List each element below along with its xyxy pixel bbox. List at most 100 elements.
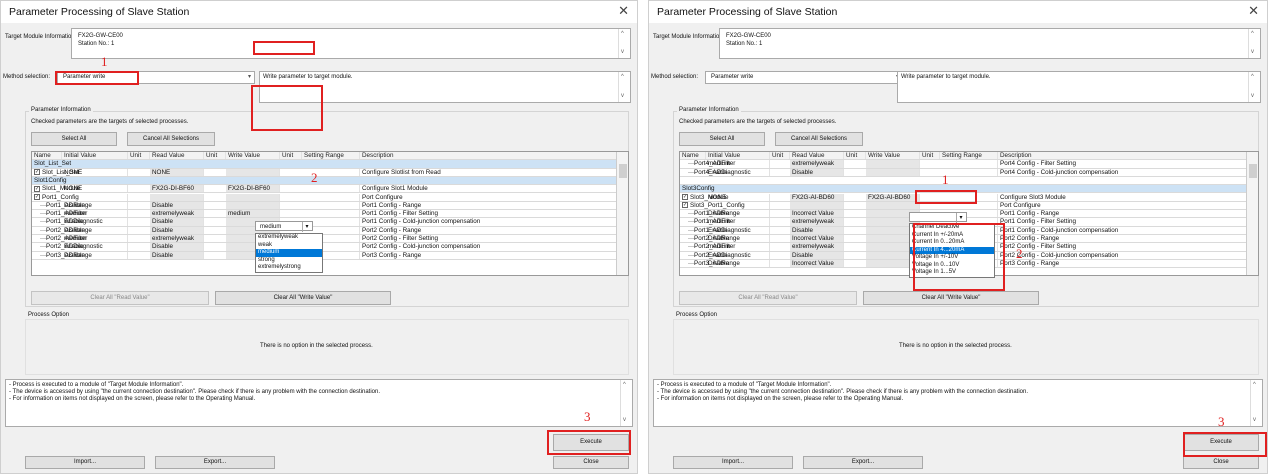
table-row[interactable]: ✓ Slot1_Module NONE FX2G-DI-BF60 FX2G-DI-BF6…: [32, 185, 618, 194]
clear-read-value-button[interactable]: Clear All "Read Value": [31, 291, 209, 305]
scroll-down-icon[interactable]: v: [1253, 417, 1256, 424]
description-cell: Port3 Config - Range: [998, 259, 1248, 268]
clear-write-value-button[interactable]: Clear All "Write Value": [863, 291, 1039, 305]
description-cell: Port2 Config - Cold-junction compensatio…: [998, 251, 1248, 259]
close-button[interactable]: Close: [553, 456, 629, 469]
dropdown-option[interactable]: extremelystrong: [256, 264, 322, 272]
column-header: Unit: [920, 152, 940, 160]
tree-line-icon: —: [40, 210, 47, 218]
table-row[interactable]: Port2_ADRange — Disable Disable Port2 Config…: [32, 226, 618, 235]
section-row[interactable]: Slot1Config: [32, 176, 618, 186]
chevron-down-icon[interactable]: ▾: [302, 222, 311, 232]
read-value-cell: Disable: [150, 251, 204, 259]
scroll-up-icon[interactable]: ^: [621, 74, 624, 81]
read-value-cell: Disable: [150, 243, 204, 251]
dropdown-option[interactable]: extremelyweak: [256, 234, 322, 242]
row-checkbox[interactable]: ✓: [682, 202, 688, 209]
grid-scrollbar[interactable]: [1246, 152, 1258, 275]
import-button[interactable]: Import...: [673, 456, 793, 469]
table-row[interactable]: ✓ Port1_Config Port Configure: [32, 193, 618, 202]
description-cell: Port4 Config - Cold-junction compensatio…: [998, 168, 1248, 176]
scroll-down-icon[interactable]: v: [621, 93, 624, 100]
table-row[interactable]: Port1_ADDiagnostic — Enable Disable Port1 Co…: [32, 218, 618, 227]
description-cell: Port2 Config - Range: [998, 235, 1248, 243]
unit-cell: [940, 160, 998, 168]
write-value-cell: FX2G-AI-BD60: [866, 193, 920, 201]
dropdown-option[interactable]: strong: [256, 257, 322, 265]
cancel-all-selections-button[interactable]: Cancel All Selections: [775, 132, 863, 146]
notes-box: - Process is executed to a module of "Ta…: [653, 379, 1263, 427]
row-checkbox[interactable]: ✓: [34, 193, 40, 200]
scroll-down-icon[interactable]: v: [1251, 49, 1254, 56]
close-icon[interactable]: ✕: [618, 4, 629, 17]
parameter-information-label: Parameter Information: [677, 107, 741, 113]
scrollbar[interactable]: ^ v: [620, 380, 632, 426]
scroll-up-icon[interactable]: ^: [1251, 31, 1254, 38]
grid-scrollbar[interactable]: [616, 152, 628, 275]
row-checkbox[interactable]: ✓: [682, 193, 688, 200]
scroll-thumb[interactable]: [619, 164, 627, 178]
scroll-up-icon[interactable]: ^: [1253, 382, 1256, 389]
clear-write-value-button[interactable]: Clear All "Write Value": [215, 291, 391, 305]
initial-value-cell: Disable: [62, 226, 128, 234]
column-header: Write Value: [866, 152, 920, 160]
scroll-down-icon[interactable]: v: [623, 417, 626, 424]
table-row[interactable]: Port4_ADDiagnostic — Enable Disable Port4 Co…: [680, 168, 1248, 177]
clear-read-value-button[interactable]: Clear All "Read Value": [679, 291, 857, 305]
close-button[interactable]: Close: [1183, 456, 1259, 469]
method-select[interactable]: Parameter write ▾: [705, 71, 903, 84]
scroll-down-icon[interactable]: v: [621, 49, 624, 56]
table-row[interactable]: Port1_ADFilter — medium extremelyweak medium…: [32, 210, 618, 219]
scrollbar[interactable]: ^ v: [1248, 72, 1260, 102]
section-row[interactable]: Slot_List_Set: [32, 160, 618, 169]
table-row[interactable]: ✓ Slot_List_Set NONE NONE Configure Slotlist…: [32, 168, 618, 177]
row-checkbox[interactable]: ✓: [34, 185, 40, 192]
scrollbar[interactable]: ^ v: [1248, 29, 1260, 58]
scroll-up-icon[interactable]: ^: [1251, 74, 1254, 81]
import-button[interactable]: Import...: [25, 456, 145, 469]
export-button[interactable]: Export...: [155, 456, 275, 469]
scrollbar[interactable]: ^ v: [618, 29, 630, 58]
read-value-cell: [790, 201, 844, 210]
row-checkbox[interactable]: ✓: [34, 168, 40, 175]
description-cell: Port2 Config - Filter Setting: [360, 235, 618, 243]
scrollbar[interactable]: ^ v: [1250, 380, 1262, 426]
dropdown-option[interactable]: weak: [256, 242, 322, 250]
select-all-button[interactable]: Select All: [679, 132, 765, 146]
table-row[interactable]: Port2_ADFilter — medium extremelyweak Port2 …: [32, 235, 618, 244]
initial-value-cell: Enable: [706, 226, 770, 234]
read-value-cell: Disable: [150, 201, 204, 210]
blank-row[interactable]: [680, 177, 1248, 186]
annotation-number: 3: [584, 409, 591, 424]
description-cell: Port2 Config - Filter Setting: [998, 243, 1248, 251]
write-value-editor[interactable]: ▾: [909, 212, 967, 223]
read-value-cell: Disable: [790, 226, 844, 234]
dropdown-option[interactable]: medium: [256, 249, 322, 257]
initial-value-cell: Enable: [706, 168, 770, 176]
close-icon[interactable]: ✕: [1248, 4, 1259, 17]
write-value-cell: FX2G-DI-BF60: [226, 185, 280, 193]
select-all-button[interactable]: Select All: [31, 132, 117, 146]
scroll-down-icon[interactable]: v: [1251, 93, 1254, 100]
scroll-up-icon[interactable]: ^: [623, 382, 626, 389]
table-row[interactable]: Port4_ADFilter — medium extremelyweak Port4 …: [680, 160, 1248, 169]
scroll-thumb[interactable]: [1249, 164, 1257, 178]
note-line: - Process is executed to a module of "Ta…: [9, 382, 184, 388]
description-cell: Port2 Config - Cold-junction compensatio…: [360, 243, 618, 251]
initial-value-cell: NONE: [706, 193, 770, 201]
description-cell: Port Configure: [360, 193, 618, 201]
table-row[interactable]: Port2_ADDiagnostic — Enable Disable Port2 Co…: [32, 243, 618, 252]
write-value-editor[interactable]: medium ▾: [255, 221, 313, 232]
description-cell: Port1 Config - Cold-junction compensatio…: [998, 226, 1248, 234]
table-row[interactable]: Port1_ADRange — Disable Disable Port1 Config…: [32, 201, 618, 211]
scroll-up-icon[interactable]: ^: [621, 31, 624, 38]
read-value-cell: FX2G-DI-BF60: [150, 185, 204, 193]
description-cell: Configure Slot3 Module: [998, 193, 1248, 201]
value-dropdown-list[interactable]: extremelyweak weak medium strong extremelyst…: [255, 233, 323, 273]
annotation-box: [1183, 432, 1267, 457]
scrollbar[interactable]: ^ v: [618, 72, 630, 102]
table-row[interactable]: Port3_ADRange — Disable Disable Port3 Config…: [32, 251, 618, 260]
export-button[interactable]: Export...: [803, 456, 923, 469]
cancel-all-selections-button[interactable]: Cancel All Selections: [127, 132, 215, 146]
chevron-down-icon[interactable]: ▾: [956, 213, 965, 223]
